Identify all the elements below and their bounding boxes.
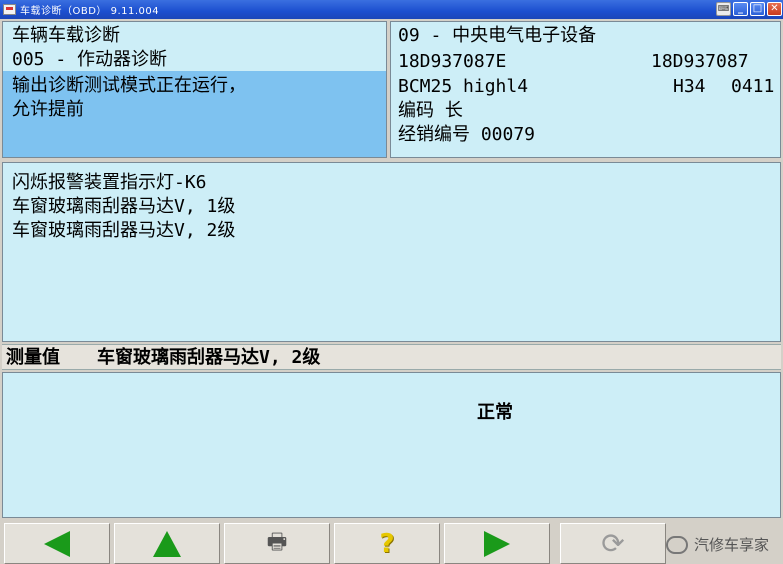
status-text-line2: 允许提前 [12, 99, 84, 120]
list-item[interactable]: 闪烁报警装置指示灯-K6 [12, 171, 207, 195]
function-label: 005 - 作动器诊断 [12, 49, 168, 70]
diagnosis-status-panel: 车辆车载诊断 005 - 作动器诊断 输出诊断测试模式正在运行， 允许提前 [2, 21, 387, 158]
diagnosis-mode-label: 车辆车载诊断 [12, 25, 120, 46]
close-button[interactable]: ✕ [767, 2, 782, 16]
refresh-icon: ⟳ [601, 527, 625, 560]
refresh-button[interactable]: ⟳ [560, 523, 666, 564]
title-bar: 车载诊断（OBD） 9.11.004 ⌨ _ □ ✕ [0, 0, 783, 19]
status-text-line1: 输出诊断测试模式正在运行， [12, 75, 246, 96]
dealer-number: 经销编号 00079 [398, 124, 536, 145]
measurement-header: 测量值 车窗玻璃雨刮器马达V, 2级 [2, 344, 781, 370]
control-unit-info-panel: 09 - 中央电气电子设备 18D937087E 18D937087 BCM25… [390, 21, 781, 158]
minimize-button[interactable]: _ [733, 2, 748, 16]
app-icon [3, 4, 16, 15]
measurement-result-panel: 正常 [2, 372, 781, 518]
chat-icon [665, 535, 688, 554]
window-title: 车载诊断（OBD） 9.11.004 [20, 6, 160, 17]
maximize-button[interactable]: □ [750, 2, 765, 16]
up-button[interactable] [114, 523, 220, 564]
measurement-name: 车窗玻璃雨刮器马达V, 2级 [97, 347, 321, 368]
software-version: 0411 [731, 76, 775, 97]
forward-button[interactable] [444, 523, 550, 564]
measurement-label: 测量值 [6, 347, 60, 368]
back-button[interactable] [4, 523, 110, 564]
component-id: BCM25 highl4 [398, 76, 529, 97]
forward-arrow-icon [484, 530, 510, 557]
up-arrow-icon [153, 530, 181, 557]
part-number-hw: 18D937087 [651, 51, 749, 72]
printer-icon: 🖶 [266, 529, 288, 555]
coding-label: 编码 长 [398, 100, 463, 121]
measurement-result: 正常 [477, 402, 513, 423]
keyboard-icon[interactable]: ⌨ [716, 2, 731, 16]
watermark-text: 汽修车享家 [693, 536, 769, 554]
list-item[interactable]: 车窗玻璃雨刮器马达V, 2级 [12, 219, 235, 243]
watermark: 汽修车享家 [665, 534, 769, 555]
list-item[interactable]: 车窗玻璃雨刮器马达V, 1级 [12, 195, 235, 219]
actuator-list: 闪烁报警装置指示灯-K6 车窗玻璃雨刮器马达V, 1级 车窗玻璃雨刮器马达V, … [2, 162, 781, 342]
hardware-version: H34 [673, 76, 706, 97]
print-button[interactable]: 🖶 [224, 523, 330, 564]
back-arrow-icon [44, 530, 70, 557]
help-button[interactable]: ? [334, 523, 440, 564]
part-number: 18D937087E [398, 51, 507, 72]
help-icon: ? [379, 528, 395, 559]
module-name: 09 - 中央电气电子设备 [398, 25, 597, 46]
